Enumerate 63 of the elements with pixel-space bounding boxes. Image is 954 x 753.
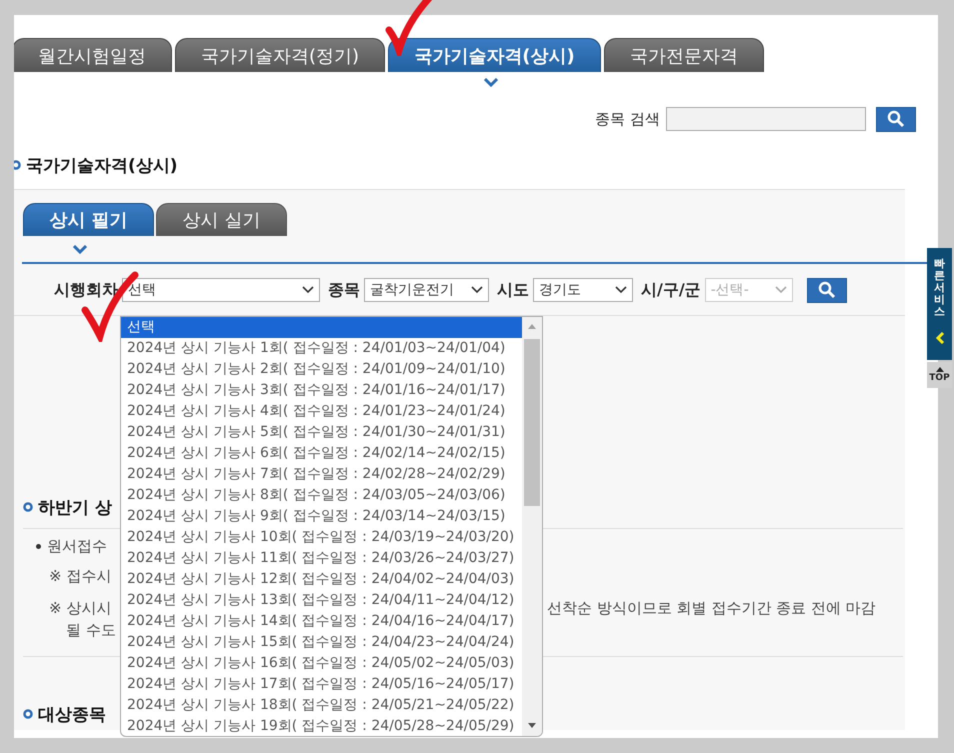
search-icon: [818, 281, 836, 299]
tab[interactable]: 상시 필기: [23, 203, 154, 236]
tab[interactable]: 상시 실기: [156, 203, 287, 236]
notice-text: ※ 접수시: [49, 566, 112, 586]
dropdown-option[interactable]: 2024년 상시 기능사 17회( 접수일정 : 24/05/16~24/05/17): [121, 674, 522, 695]
chevron-icon: [484, 78, 498, 86]
bullet-icon: [36, 544, 41, 548]
filter-label: 시/구/군: [641, 280, 701, 300]
tab[interactable]: 국가기술자격(정기): [175, 38, 385, 72]
chevron-down-icon: [615, 286, 627, 294]
search-label: 종목 검색: [595, 110, 660, 128]
search-button[interactable]: [806, 278, 847, 302]
dropdown-option[interactable]: 2024년 상시 기능사 7회( 접수일정 : 24/02/28~24/02/29): [121, 464, 522, 485]
filter-label: 종목: [328, 280, 360, 300]
quick-service-bar[interactable]: 빠른서비스: [927, 248, 952, 360]
tab[interactable]: 국가전문자격: [604, 38, 764, 72]
dropdown-option[interactable]: 2024년 상시 기능사 3회( 접수일정 : 24/01/16~24/01/17): [121, 380, 522, 401]
dropdown-option[interactable]: 2024년 상시 기능사 9회( 접수일정 : 24/03/14~24/03/15): [121, 506, 522, 527]
chevron-icon[interactable]: [934, 332, 944, 344]
filter-label: 시행회차: [54, 280, 118, 300]
dropdown-option[interactable]: 2024년 상시 기능사 6회( 접수일정 : 24/02/14~24/02/15): [121, 443, 522, 464]
chevron-icon: [73, 244, 87, 254]
chevron-down-icon: [774, 286, 787, 294]
scroll-down-icon[interactable]: [527, 722, 537, 730]
dropdown-option[interactable]: 2024년 상시 기능사 19회( 접수일정 : 24/05/28~24/05/29): [121, 716, 522, 736]
dropdown-option[interactable]: 2024년 상시 기능사 8회( 접수일정 : 24/03/05~24/03/06): [121, 485, 522, 506]
dropdown-option[interactable]: 선택: [121, 317, 522, 338]
dropdown-option[interactable]: 2024년 상시 기능사 5회( 접수일정 : 24/01/30~24/01/31): [121, 422, 522, 443]
notice-text: 원서접수: [47, 536, 107, 556]
tab[interactable]: 국가기술자격(상시): [388, 38, 601, 72]
chevron-down-icon: [471, 286, 483, 294]
section-heading: 대상종목: [38, 704, 106, 726]
search-button[interactable]: [876, 106, 916, 132]
dropdown-option[interactable]: 2024년 상시 기능사 16회( 접수일정 : 24/05/02~24/05/03): [121, 653, 522, 674]
notice-text: 선착순 방식이므로 회별 접수기간 종료 전에 마감: [547, 598, 876, 618]
search-field[interactable]: [666, 107, 866, 131]
dropdown-option[interactable]: 2024년 상시 기능사 4회( 접수일정 : 24/01/23~24/01/24): [121, 401, 522, 422]
top-button[interactable]: TOP: [927, 362, 952, 388]
dropdown-option[interactable]: 2024년 상시 기능사 14회( 접수일정 : 24/04/16~24/04/17): [121, 611, 522, 632]
quick-service-label: 빠른서비스: [934, 258, 945, 318]
dropdown-option[interactable]: 2024년 상시 기능사 10회( 접수일정 : 24/03/19~24/03/20): [121, 527, 522, 548]
dropdown-option[interactable]: 2024년 상시 기능사 2회( 접수일정 : 24/01/09~24/01/10): [121, 359, 522, 380]
notice-text: 될 수도: [66, 620, 116, 640]
dropdown-option[interactable]: 2024년 상시 기능사 15회( 접수일정 : 24/04/23~24/04/24): [121, 632, 522, 653]
dropdown-option[interactable]: 2024년 상시 기능사 1회( 접수일정 : 24/01/03~24/01/04): [121, 338, 522, 359]
dropdown-option[interactable]: 2024년 상시 기능사 13회( 접수일정 : 24/04/11~24/04/12): [121, 590, 522, 611]
dropdown-option[interactable]: 2024년 상시 기능사 11회( 접수일정 : 24/03/26~24/03/27): [121, 548, 522, 569]
select-field[interactable]: 굴착기운전기: [364, 278, 489, 302]
notice-text: ※ 상시시: [49, 598, 112, 616]
bullet-icon: [23, 502, 33, 512]
section-title: 국가기술자격(상시): [26, 154, 178, 176]
select-field[interactable]: 경기도: [533, 278, 633, 302]
chevron-down-icon: [302, 286, 314, 294]
select-field[interactable]: 선택: [122, 278, 320, 302]
section-heading: 하반기 상: [38, 496, 112, 518]
filter-label: 시도: [497, 280, 529, 300]
search-icon: [887, 110, 905, 128]
tab[interactable]: 월간시험일정: [14, 38, 172, 72]
arrow-up-icon: [936, 367, 944, 372]
dropdown-option[interactable]: 2024년 상시 기능사 12회( 접수일정 : 24/04/02~24/04/03): [121, 569, 522, 590]
scrollbar[interactable]: [522, 317, 542, 736]
bullet-icon: [23, 709, 33, 719]
dropdown-option[interactable]: 2024년 상시 기능사 18회( 접수일정 : 24/05/21~24/05/22): [121, 695, 522, 716]
